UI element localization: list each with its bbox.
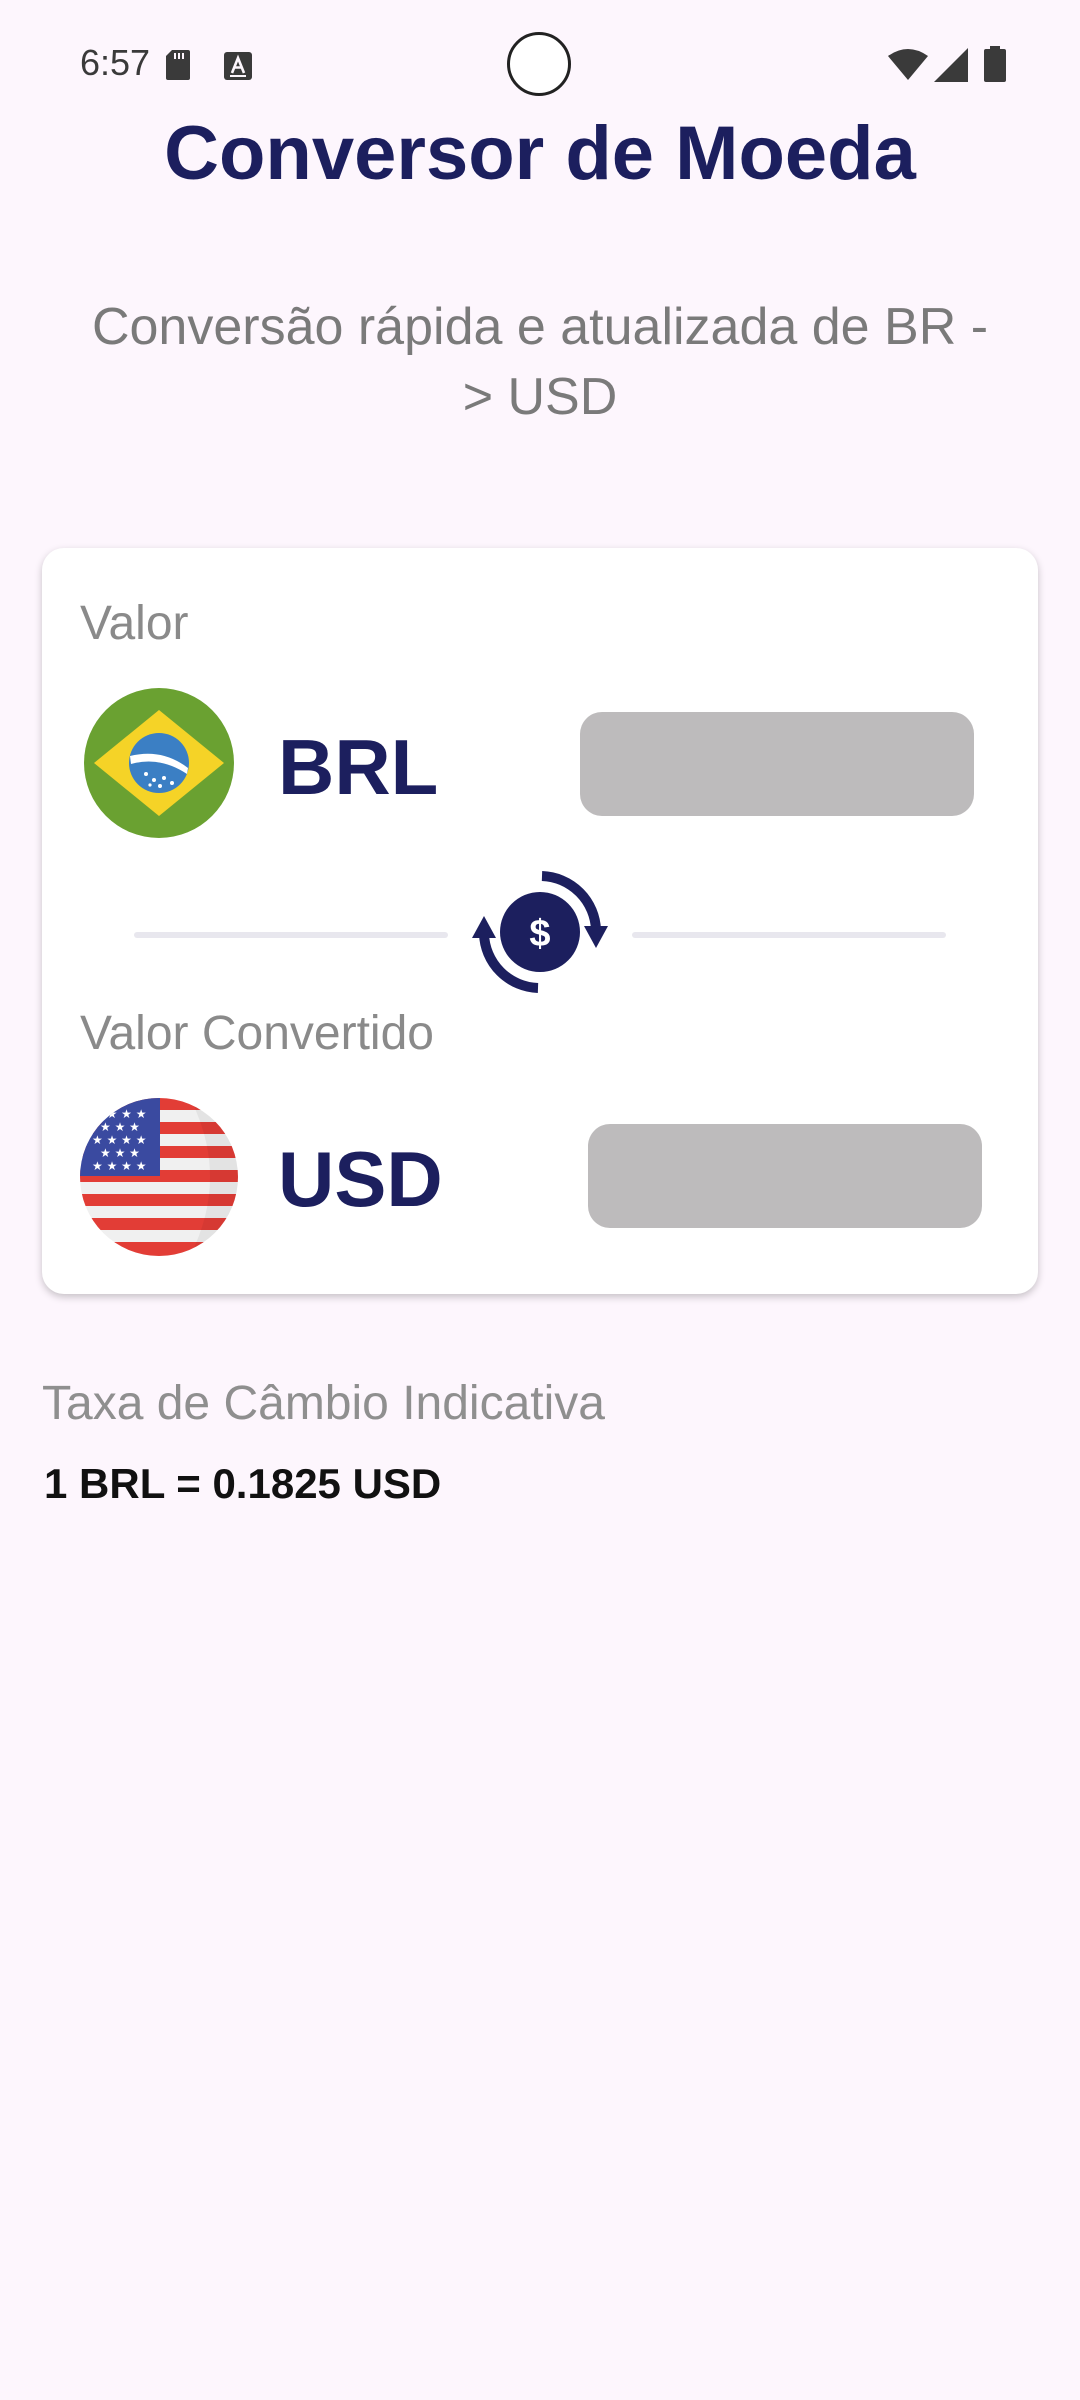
page-title: Conversor de Moeda (164, 111, 916, 196)
svg-text:★ ★ ★: ★ ★ ★ (100, 1120, 140, 1134)
divider-right (632, 932, 946, 938)
a-notification-icon (224, 52, 252, 80)
status-time: 6:57 (80, 42, 151, 83)
svg-text:$: $ (529, 913, 550, 955)
svg-text:★ ★ ★ ★: ★ ★ ★ ★ (92, 1133, 146, 1147)
to-currency-code: USD (278, 1135, 443, 1223)
svg-text:★ ★ ★ ★: ★ ★ ★ ★ (92, 1159, 146, 1173)
camera-cutout (507, 32, 571, 96)
exchange-rate-label: Taxa de Câmbio Indicativa (42, 1377, 605, 1430)
from-amount-label: Valor (80, 597, 189, 650)
from-amount-input[interactable] (580, 712, 974, 816)
battery-icon (984, 46, 1006, 82)
brazil-flag-icon (84, 688, 234, 838)
svg-text:★ ★ ★ ★: ★ ★ ★ ★ (92, 1107, 146, 1121)
to-amount-input[interactable] (588, 1124, 982, 1228)
wifi-icon (888, 49, 928, 80)
to-amount-label: Valor Convertido (80, 1007, 434, 1060)
exchange-rate-value: 1 BRL = 0.1825 USD (44, 1460, 442, 1507)
divider-left (134, 932, 448, 938)
svg-text:★ ★ ★: ★ ★ ★ (100, 1146, 140, 1160)
from-currency-code: BRL (278, 723, 439, 811)
currency-exchange-icon[interactable]: $ (470, 868, 610, 998)
usa-flag-icon: ★ ★ ★ ★ ★ ★ ★ ★ ★ ★ ★ ★ ★ ★ ★ ★ ★ ★ (80, 1098, 238, 1256)
signal-icon (934, 48, 968, 82)
page-subtitle: Conversão rápida e atualizada de BR -> U… (91, 298, 989, 426)
sd-card-icon (166, 50, 190, 80)
